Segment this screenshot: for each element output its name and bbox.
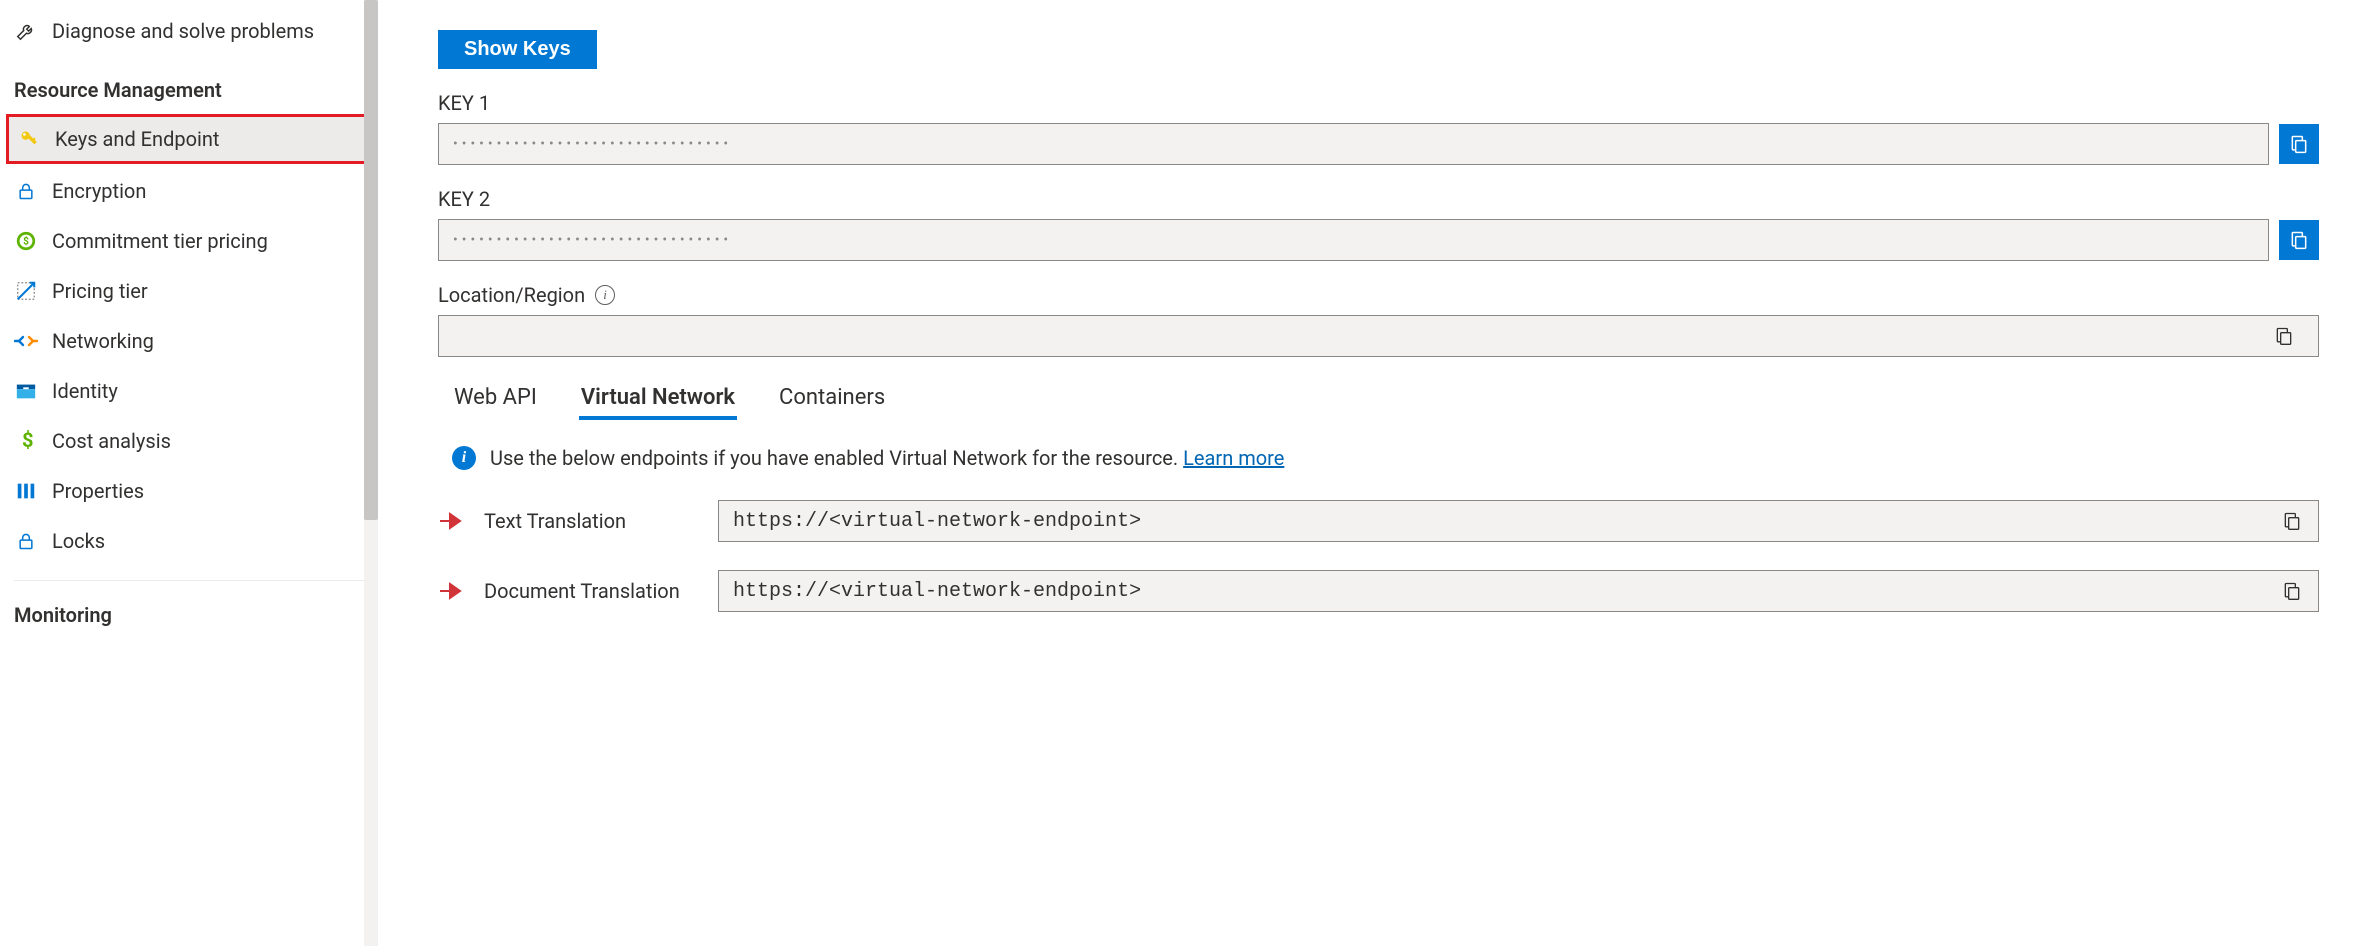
tab-virtual-network[interactable]: Virtual Network (579, 379, 737, 420)
sidebar-item-label: Commitment tier pricing (52, 229, 268, 253)
sidebar-item-pricing[interactable]: Pricing tier (0, 266, 378, 316)
endpoint-tabs: Web API Virtual Network Containers (452, 379, 2319, 420)
key2-input[interactable]: •••••••••••••••••••••••••••••••• (438, 219, 2269, 261)
sidebar-item-commitment[interactable]: $ Commitment tier pricing (0, 216, 378, 266)
cost-analysis-icon: $ . (14, 429, 38, 453)
identity-icon (14, 379, 38, 403)
main-content: Show Keys KEY 1 ••••••••••••••••••••••••… (378, 0, 2359, 946)
sidebar-item-cost[interactable]: $ . Cost analysis (0, 416, 378, 466)
endpoint-row-text-translation: Text Translation https://<virtual-networ… (438, 500, 2319, 542)
tab-web-api[interactable]: Web API (452, 379, 539, 420)
vnet-info-banner: i Use the below endpoints if you have en… (438, 442, 2319, 474)
copy-icon (2282, 581, 2302, 601)
dollar-circle-icon: $ (14, 229, 38, 253)
key1-input[interactable]: •••••••••••••••••••••••••••••••• (438, 123, 2269, 165)
key2-label: KEY 2 (438, 187, 2319, 211)
text-translation-value: https://<virtual-network-endpoint> (733, 510, 1141, 533)
copy-icon (2289, 230, 2309, 250)
sidebar-item-label: Properties (52, 479, 144, 503)
pricing-tier-icon (14, 279, 38, 303)
document-translation-value: https://<virtual-network-endpoint> (733, 580, 1141, 603)
sidebar-item-label: Cost analysis (52, 429, 171, 453)
key2-value: •••••••••••••••••••••••••••••••• (453, 233, 732, 247)
learn-more-link[interactable]: Learn more (1183, 446, 1284, 470)
arrow-right-icon (438, 581, 466, 601)
copy-icon (2289, 134, 2309, 154)
key1-label: KEY 1 (438, 91, 2319, 115)
networking-icon (14, 329, 38, 353)
sidebar-item-label: Encryption (52, 179, 146, 203)
show-keys-button[interactable]: Show Keys (438, 30, 597, 69)
copy-doc-endpoint-button[interactable] (2272, 574, 2312, 608)
sidebar-item-label: Keys and Endpoint (55, 127, 219, 151)
location-label: Location/Region i (438, 283, 2319, 307)
info-icon[interactable]: i (595, 285, 615, 305)
copy-location-button[interactable] (2264, 319, 2304, 353)
wrench-icon (14, 19, 38, 43)
tab-containers[interactable]: Containers (777, 379, 887, 420)
svg-text:$: $ (23, 235, 29, 248)
svg-text:.: . (30, 433, 33, 444)
copy-text-endpoint-button[interactable] (2272, 504, 2312, 538)
location-field: Location/Region i (438, 283, 2319, 357)
sidebar-item-encryption[interactable]: Encryption (0, 166, 378, 216)
sidebar-item-label: Networking (52, 329, 154, 353)
sidebar-item-label: Locks (52, 529, 105, 553)
lock-icon (14, 529, 38, 553)
sidebar-item-networking[interactable]: Networking (0, 316, 378, 366)
sidebar-item-keys-endpoint[interactable]: Keys and Endpoint (6, 114, 374, 164)
location-label-text: Location/Region (438, 283, 585, 307)
sidebar-item-identity[interactable]: Identity (0, 366, 378, 416)
copy-icon (2282, 511, 2302, 531)
info-icon: i (452, 446, 476, 470)
key2-field: KEY 2 •••••••••••••••••••••••••••••••• (438, 187, 2319, 261)
copy-icon (2274, 326, 2294, 346)
lock-icon (14, 179, 38, 203)
sidebar-item-label: Diagnose and solve problems (52, 19, 314, 43)
sidebar: Diagnose and solve problems Resource Man… (0, 0, 378, 946)
sidebar-item-locks[interactable]: Locks (0, 516, 378, 566)
vnet-info-text: Use the below endpoints if you have enab… (490, 446, 1284, 470)
sidebar-section-resource-management: Resource Management (0, 56, 378, 112)
properties-icon (14, 479, 38, 503)
key1-value: •••••••••••••••••••••••••••••••• (453, 137, 732, 151)
text-translation-label: Text Translation (484, 509, 700, 533)
copy-key1-button[interactable] (2279, 124, 2319, 164)
sidebar-item-properties[interactable]: Properties (0, 466, 378, 516)
sidebar-scrollbar-track[interactable] (364, 0, 378, 946)
sidebar-item-label: Pricing tier (52, 279, 148, 303)
key1-field: KEY 1 •••••••••••••••••••••••••••••••• (438, 91, 2319, 165)
location-input[interactable] (438, 315, 2319, 357)
copy-key2-button[interactable] (2279, 220, 2319, 260)
sidebar-item-label: Identity (52, 379, 118, 403)
sidebar-section-monitoring: Monitoring (0, 581, 378, 637)
document-translation-label: Document Translation (484, 579, 700, 603)
sidebar-item-diagnose[interactable]: Diagnose and solve problems (0, 6, 378, 56)
endpoint-row-document-translation: Document Translation https://<virtual-ne… (438, 570, 2319, 612)
key-icon (17, 127, 41, 151)
vnet-info-text-content: Use the below endpoints if you have enab… (490, 446, 1183, 470)
text-translation-endpoint[interactable]: https://<virtual-network-endpoint> (718, 500, 2319, 542)
arrow-right-icon (438, 511, 466, 531)
sidebar-scrollbar-thumb[interactable] (364, 0, 378, 520)
document-translation-endpoint[interactable]: https://<virtual-network-endpoint> (718, 570, 2319, 612)
